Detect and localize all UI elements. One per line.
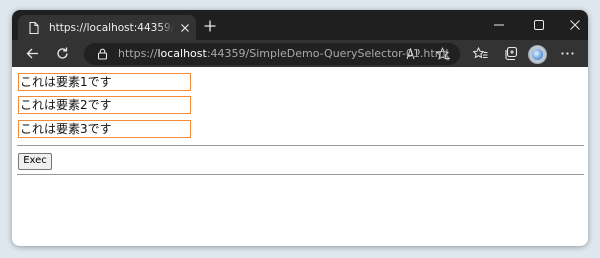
more-options-icon[interactable] — [560, 46, 575, 61]
address-bar[interactable]: https://localhost:44359/SimpleDemo-Query… — [84, 43, 460, 65]
lock-icon[interactable] — [97, 48, 108, 60]
divider-top — [17, 145, 584, 146]
read-aloud-icon[interactable] — [406, 48, 420, 60]
back-arrow-icon[interactable] — [25, 46, 40, 61]
profile-picture — [532, 49, 543, 60]
close-tab-icon[interactable] — [180, 23, 190, 33]
active-tab[interactable]: https://localhost:44359/SimpleDemo-Query… — [18, 15, 196, 40]
url-scheme: https:// — [118, 47, 158, 60]
collections-icon[interactable] — [503, 46, 518, 61]
add-favorite-icon[interactable] — [436, 47, 451, 61]
element-3: これは要素3です — [18, 120, 191, 138]
tab-title: https://localhost:44359/SimpleDemo-Query… — [49, 21, 174, 34]
favorites-icon[interactable] — [473, 46, 488, 61]
refresh-icon[interactable] — [55, 46, 70, 61]
page-icon — [29, 21, 39, 34]
tab-strip: https://localhost:44359/SimpleDemo-Query… — [12, 10, 588, 40]
maximize-icon[interactable] — [533, 19, 545, 31]
divider-bottom — [17, 174, 584, 175]
new-tab-icon[interactable] — [204, 20, 216, 32]
url-text[interactable]: https://localhost:44359/SimpleDemo-Query… — [118, 47, 448, 60]
minimize-icon[interactable] — [493, 19, 505, 31]
browser-toolbar: https://localhost:44359/SimpleDemo-Query… — [12, 40, 588, 67]
element-1: これは要素1です — [18, 73, 191, 91]
page-content: これは要素1です これは要素2です これは要素3です Exec — [12, 67, 588, 246]
close-window-icon[interactable] — [569, 19, 581, 31]
element-2: これは要素2です — [18, 96, 191, 114]
profile-avatar[interactable] — [528, 45, 547, 64]
browser-window: https://localhost:44359/SimpleDemo-Query… — [12, 10, 588, 246]
url-host: localhost — [157, 47, 207, 60]
exec-button[interactable]: Exec — [18, 153, 52, 170]
